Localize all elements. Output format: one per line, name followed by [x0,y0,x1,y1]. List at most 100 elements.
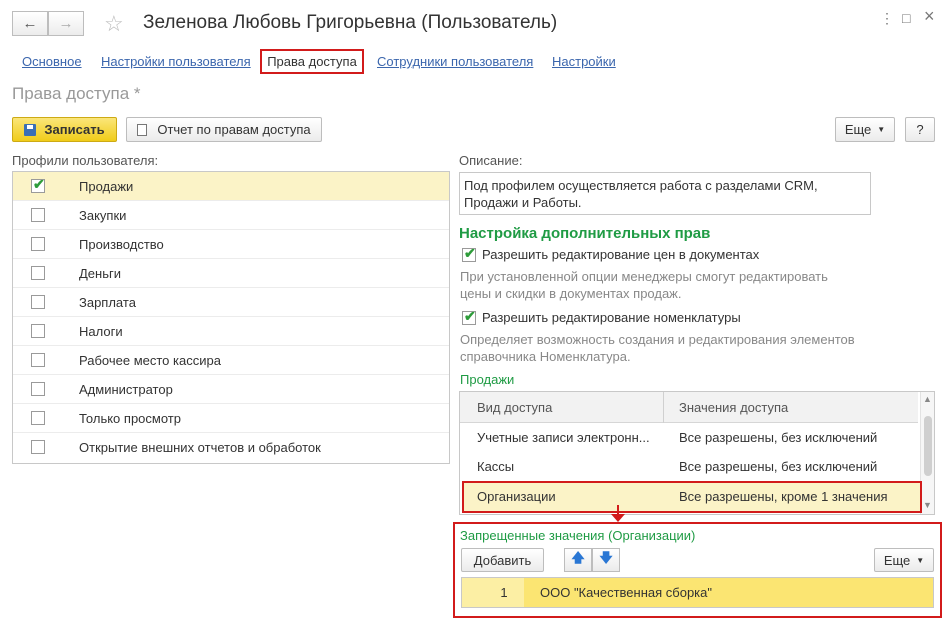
edit-prices-hint: При установленной опции менеджеры смогут… [460,268,828,302]
tab-access-rights-label: Права доступа [267,54,357,69]
profile-label: Рабочее место кассира [79,353,221,368]
checkbox[interactable] [31,295,45,309]
column-header[interactable]: Значения доступа [679,400,788,415]
checkbox[interactable] [31,266,45,280]
profile-label: Только просмотр [79,411,181,426]
tab-main[interactable]: Основное [22,54,82,69]
checkbox[interactable] [31,237,45,251]
close-icon[interactable]: × [924,6,935,27]
star-icon[interactable]: ☆ [104,11,124,37]
forbidden-more-button[interactable]: Еще ▼ [874,548,934,572]
hint-line: При установленной опции менеджеры смогут… [460,269,828,284]
hint-line: Определяет возможность создания и редакт… [460,332,855,347]
profile-row[interactable]: Деньги [13,259,449,288]
arrow-right-icon: → [58,15,74,32]
move-down-button[interactable]: 🡇 [592,548,620,572]
selected-table-row[interactable]: Организации Все разрешены, кроме 1 значе… [462,481,922,513]
profile-row[interactable]: Производство [13,230,449,259]
more-button[interactable]: Еще ▼ [835,117,895,142]
table-row[interactable]: Учетные записи электронн... Все разрешен… [460,423,918,452]
window-title: Зеленова Любовь Григорьевна (Пользовател… [143,12,558,33]
edit-nomenclature-label: Разрешить редактирование номенклатуры [482,310,741,325]
scroll-up-icon[interactable]: ▲ [923,394,932,404]
checkbox[interactable] [31,208,45,222]
profile-row[interactable]: ✔ Продажи [13,172,449,201]
forward-button[interactable]: → [48,11,84,36]
back-button[interactable]: ← [12,11,48,36]
page-title: Права доступа * [12,84,141,103]
description-field[interactable]: Под профилем осуществляется работа с раз… [459,172,871,215]
checkbox[interactable]: ✔ [31,176,45,193]
help-label: ? [916,122,924,137]
edit-prices-label: Разрешить редактирование цен в документа… [482,247,760,262]
access-report-button[interactable]: Отчет по правам доступа [126,117,322,142]
forbidden-value-row[interactable]: 1 ООО "Качественная сборка" [461,577,934,608]
checkbox[interactable] [31,440,45,454]
tab-access-rights[interactable]: Права доступа [260,49,364,74]
profile-row[interactable]: Зарплата [13,288,449,317]
column-header[interactable]: Вид доступа [477,400,552,415]
save-label: Записать [44,122,105,137]
access-value-cell: Все разрешены, без исключений [679,430,878,445]
access-kind-cell: Организации [477,489,556,504]
edit-nomenclature-hint: Определяет возможность создания и редакт… [460,331,855,365]
save-button[interactable]: Записать [12,117,117,142]
help-button[interactable]: ? [905,117,935,142]
more-label: Еще [844,122,872,137]
tab-user-employees[interactable]: Сотрудники пользователя [377,54,533,69]
profile-label: Производство [79,237,164,252]
floppy-icon [24,123,37,136]
move-up-button[interactable]: 🡅 [564,548,592,572]
sales-label: Продажи [460,372,515,387]
edit-prices-checkbox[interactable]: ✔ [462,245,476,262]
check-icon: ✔ [33,176,45,192]
profiles-list: ✔ Продажи Закупки Производство Деньги Зар… [12,171,450,464]
scroll-thumb[interactable] [924,416,932,476]
profile-label: Налоги [79,324,123,339]
description-line: Продажи и Работы. [464,195,582,210]
checkbox[interactable] [31,382,45,396]
more-label: Еще [883,552,911,568]
profile-row[interactable]: Только просмотр [13,404,449,433]
profiles-label: Профили пользователя: [12,153,159,168]
profile-row[interactable]: Закупки [13,201,449,230]
arrow-down-icon [611,514,625,522]
profile-label: Администратор [79,382,173,397]
checkbox[interactable] [31,324,45,338]
profile-label: Открытие внешних отчетов и обработок [79,440,321,455]
maximize-icon[interactable]: □ [902,10,910,26]
dropdown-arrow-icon: ▼ [916,555,925,565]
profile-label: Зарплата [79,295,136,310]
profile-label: Закупки [79,208,127,223]
add-label: Добавить [473,552,532,568]
report-icon [137,123,148,136]
add-button[interactable]: Добавить [461,548,544,572]
profile-row[interactable]: Налоги [13,317,449,346]
table-header: Вид доступа Значения доступа [460,392,918,423]
table-row[interactable]: Кассы Все разрешены, без исключений [460,452,918,481]
organization-name: ООО "Качественная сборка" [540,585,712,600]
tab-settings[interactable]: Настройки [552,54,616,69]
hint-line: цены и скидки в документах продаж. [460,286,682,301]
checkbox[interactable] [31,353,45,367]
dropdown-arrow-icon: ▼ [877,125,886,134]
profile-row[interactable]: Рабочее место кассира [13,346,449,375]
profile-label: Продажи [79,179,134,194]
check-icon: ✔ [464,245,476,261]
checkbox[interactable] [31,411,45,425]
extra-rights-heading: Настройка дополнительных прав [459,225,711,242]
access-kind-cell: Кассы [477,459,515,474]
scroll-down-icon[interactable]: ▼ [923,500,932,510]
access-value-cell: Все разрешены, кроме 1 значения [679,489,888,504]
edit-nomenclature-checkbox[interactable]: ✔ [462,308,476,325]
arrow-down-icon: 🡇 [599,550,613,565]
profile-row[interactable]: Открытие внешних отчетов и обработок [13,433,449,462]
tab-user-settings[interactable]: Настройки пользователя [101,54,251,69]
menu-icon[interactable]: ⋮ [880,10,894,27]
row-number: 1 [462,578,524,607]
profile-row[interactable]: Администратор [13,375,449,404]
profile-label: Деньги [79,266,121,281]
forbidden-values-label: Запрещенные значения (Организации) [460,528,696,543]
arrow-up-icon: 🡅 [571,550,585,565]
scrollbar[interactable]: ▲ ▼ [920,392,934,514]
